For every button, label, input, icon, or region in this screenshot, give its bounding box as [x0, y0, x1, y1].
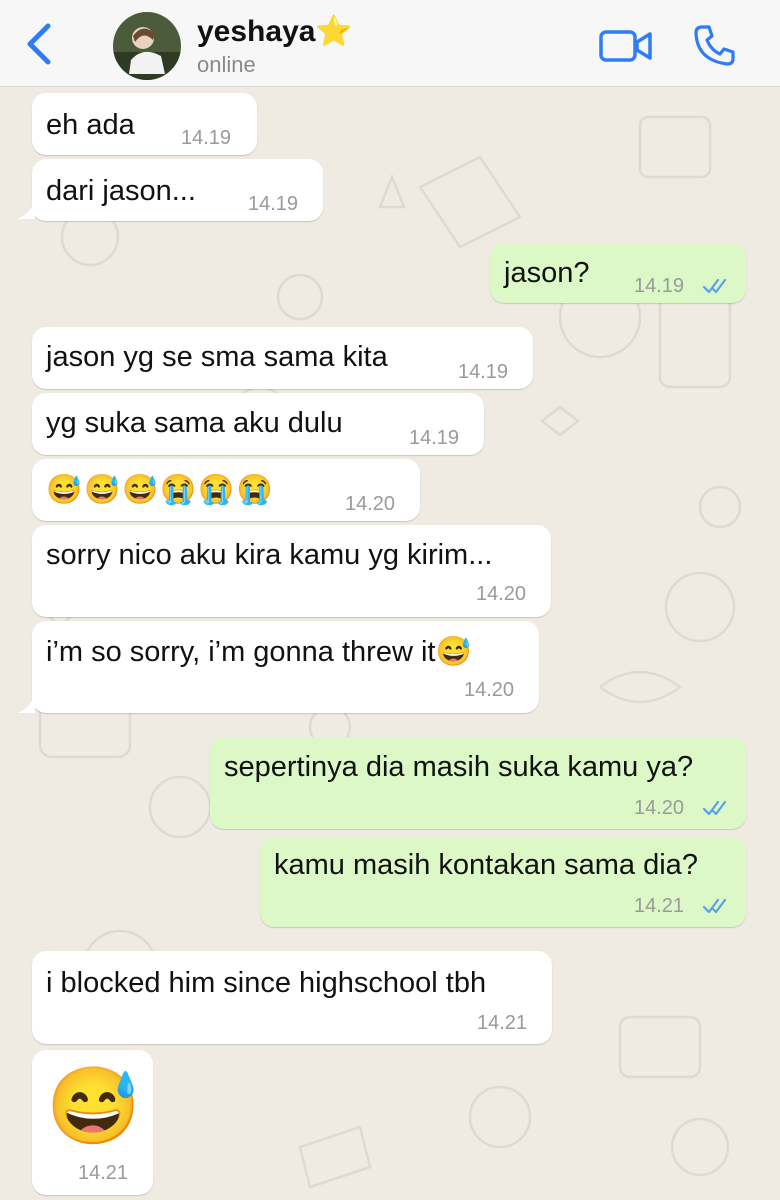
- incoming-message[interactable]: yg suka sama aku dulu 14.19: [32, 393, 484, 455]
- double-check-icon: [702, 898, 727, 914]
- message-text: i’m so sorry, i’m gonna threw it😅: [46, 636, 472, 668]
- outgoing-message[interactable]: jason? 14.19: [490, 243, 746, 303]
- message-text: sepertinya dia masih suka kamu ya?: [224, 751, 694, 783]
- message-time: 14.21: [78, 1162, 129, 1184]
- bubble-tail: [17, 695, 35, 713]
- message-time: 14.20: [345, 493, 396, 515]
- incoming-message[interactable]: i’m so sorry, i’m gonna threw it😅 14.20: [32, 621, 539, 713]
- double-check-icon: [702, 278, 727, 294]
- contact-status: online: [197, 52, 256, 77]
- double-check-icon: [702, 800, 727, 816]
- message-text: jason yg se sma sama kita: [46, 341, 388, 373]
- back-chevron-icon[interactable]: [20, 22, 60, 66]
- message-time: 14.19: [458, 361, 509, 383]
- incoming-message[interactable]: i blocked him since highschool tbh 14.21: [32, 951, 552, 1044]
- message-text: yg suka sama aku dulu: [46, 407, 343, 439]
- phone-icon[interactable]: [692, 22, 738, 68]
- incoming-message[interactable]: 😅 14.21: [32, 1050, 153, 1195]
- video-call-icon[interactable]: [598, 26, 654, 66]
- message-text: eh ada: [46, 109, 135, 141]
- message-time: 14.20: [476, 583, 527, 605]
- message-text: sorry nico aku kira kamu yg kirim...: [46, 539, 493, 571]
- message-time: 14.20: [464, 679, 515, 701]
- incoming-message[interactable]: 😅😅😅😭😭😭 14.20: [32, 459, 420, 521]
- outgoing-message[interactable]: sepertinya dia masih suka kamu ya? 14.20: [210, 737, 746, 829]
- outgoing-message[interactable]: kamu masih kontakan sama dia? 14.21: [260, 837, 746, 927]
- message-text: jason?: [504, 257, 590, 289]
- message-time: 14.21: [477, 1012, 528, 1034]
- incoming-message[interactable]: eh ada 14.19: [32, 93, 257, 155]
- avatar[interactable]: [113, 12, 181, 80]
- message-emoji: 😅: [46, 1064, 141, 1149]
- bubble-tail: [17, 201, 35, 219]
- contact-name[interactable]: yeshaya⭐: [197, 14, 353, 49]
- chat-header: yeshaya⭐ online: [0, 0, 780, 87]
- message-time: 14.19: [409, 427, 460, 449]
- message-time: 14.19: [181, 127, 232, 149]
- message-text: 😅😅😅😭😭😭: [46, 474, 275, 506]
- chat-area[interactable]: eh ada 14.19 dari jason... 14.19 jason? …: [0, 87, 780, 1200]
- message-text: i blocked him since highschool tbh: [46, 967, 487, 999]
- incoming-message[interactable]: dari jason... 14.19: [32, 159, 323, 221]
- incoming-message[interactable]: jason yg se sma sama kita 14.19: [32, 327, 533, 389]
- incoming-message[interactable]: sorry nico aku kira kamu yg kirim... 14.…: [32, 525, 551, 617]
- message-text: kamu masih kontakan sama dia?: [274, 849, 698, 881]
- message-time: 14.20: [634, 797, 685, 819]
- message-text: dari jason...: [46, 175, 196, 207]
- message-time: 14.19: [248, 193, 299, 215]
- message-time: 14.19: [634, 275, 685, 297]
- message-time: 14.21: [634, 895, 685, 917]
